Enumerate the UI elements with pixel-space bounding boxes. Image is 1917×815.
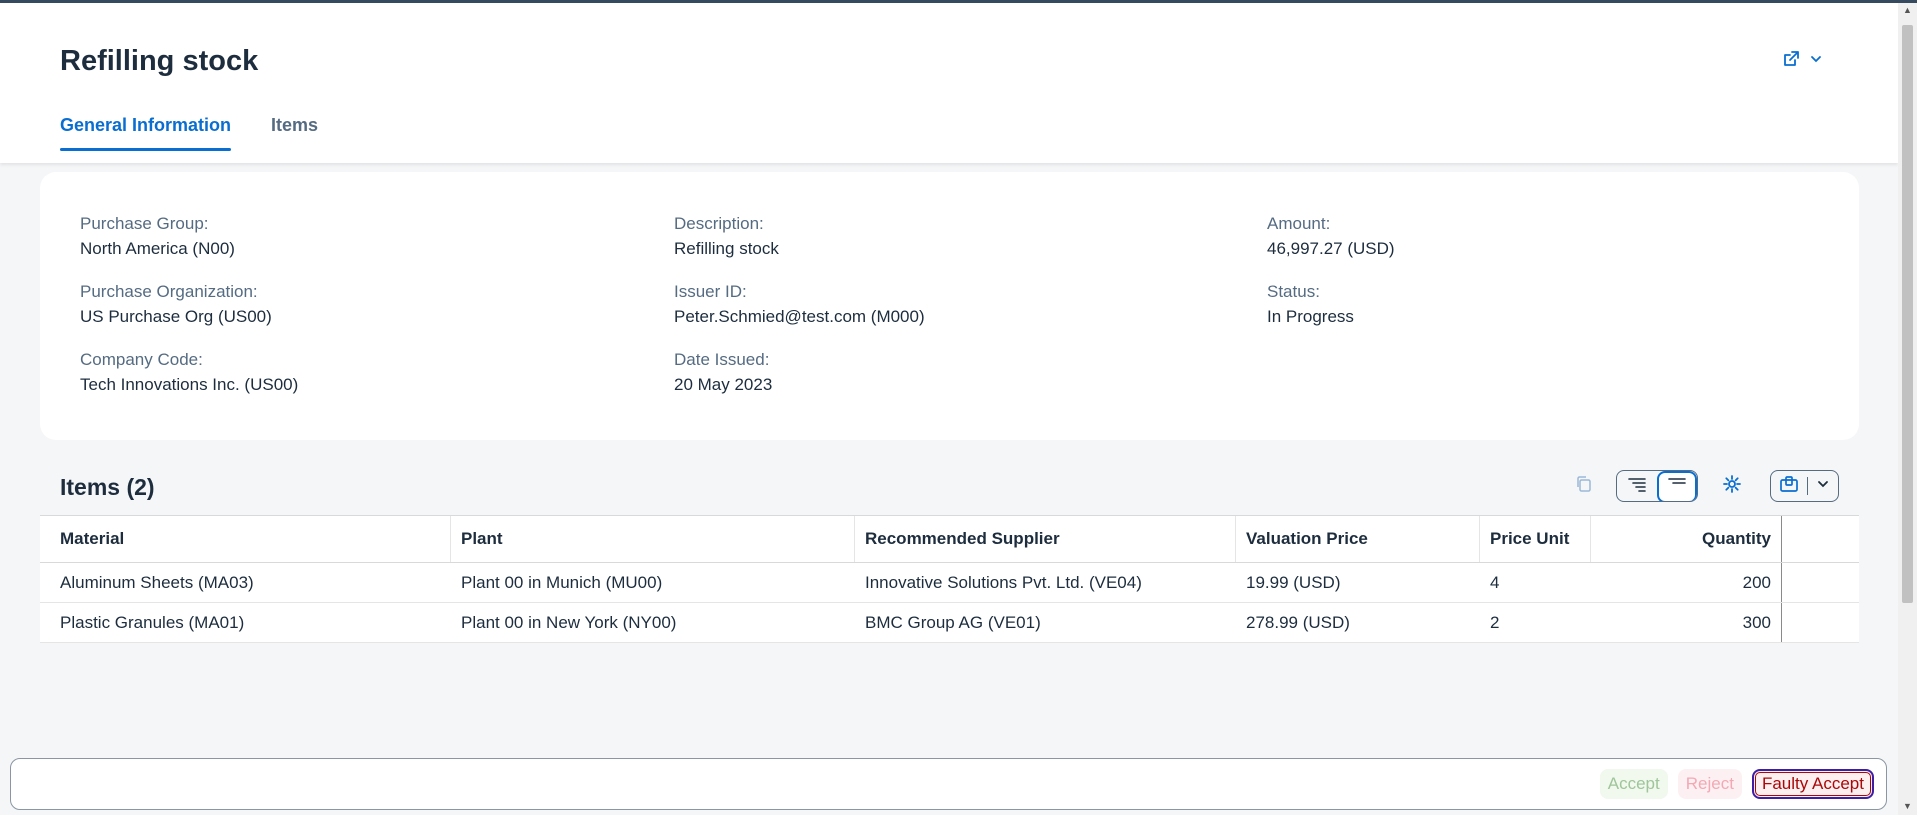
footer-toolbar: Accept Reject Faulty Accept <box>10 758 1887 810</box>
items-table-toolbar <box>1570 470 1839 502</box>
table-settings-button[interactable] <box>1712 470 1752 502</box>
column-header-valuation-price[interactable]: Valuation Price <box>1236 516 1480 562</box>
general-information-card: Purchase Group: North America (N00) Purc… <box>40 172 1859 440</box>
items-table: Material Plant Recommended Supplier Valu… <box>40 515 1859 643</box>
field-description: Description: Refilling stock <box>674 212 925 262</box>
table-row[interactable]: Plastic Granules (MA01) Plant 00 in New … <box>40 603 1859 643</box>
page-title: Refilling stock <box>60 45 259 77</box>
info-column-2: Description: Refilling stock Issuer ID: … <box>674 212 925 416</box>
copy-button[interactable] <box>1570 470 1598 502</box>
cell-material: Aluminum Sheets (MA03) <box>60 572 254 592</box>
field-label: Description: <box>674 214 764 233</box>
field-issuer-id: Issuer ID: Peter.Schmied@test.com (M000) <box>674 280 925 330</box>
faulty-accept-button[interactable]: Faulty Accept <box>1751 769 1874 799</box>
field-value: North America (N00) <box>80 239 235 258</box>
field-value: Tech Innovations Inc. (US00) <box>80 375 299 394</box>
separator <box>1807 477 1808 495</box>
column-header-recommended-supplier[interactable]: Recommended Supplier <box>855 516 1236 562</box>
field-label: Date Issued: <box>674 350 770 369</box>
field-label: Purchase Organization: <box>80 282 258 301</box>
table-row[interactable]: Aluminum Sheets (MA03) Plant 00 in Munic… <box>40 563 1859 603</box>
sort-ascending-icon <box>1627 477 1647 498</box>
column-header-material[interactable]: Material <box>40 516 451 562</box>
tab-items[interactable]: Items <box>271 115 318 150</box>
sort-ascending-button[interactable] <box>1617 471 1657 501</box>
cell-price-unit: 4 <box>1490 572 1500 592</box>
sort-segmented-button <box>1616 470 1698 502</box>
chevron-down-icon <box>1816 477 1830 496</box>
cell-quantity: 200 <box>1591 563 1782 602</box>
field-amount: Amount: 46,997.27 (USD) <box>1267 212 1395 262</box>
column-header-plant[interactable]: Plant <box>451 516 855 562</box>
field-purchase-group: Purchase Group: North America (N00) <box>80 212 298 262</box>
footer-actions: Accept Reject Faulty Accept <box>1599 769 1874 799</box>
field-label: Company Code: <box>80 350 203 369</box>
export-menu-button[interactable] <box>1770 470 1839 502</box>
field-value: Refilling stock <box>674 239 779 258</box>
settings-icon <box>1722 474 1742 499</box>
scroll-up-arrow-icon[interactable]: ▲ <box>1902 5 1913 15</box>
field-status: Status: In Progress <box>1267 280 1395 330</box>
field-value: 20 May 2023 <box>674 375 773 394</box>
scroll-down-arrow-icon[interactable]: ▼ <box>1902 801 1913 811</box>
object-page-header: Refilling stock General Information Item… <box>0 3 1898 163</box>
items-table-title: Items (2) <box>60 474 155 500</box>
accept-button[interactable]: Accept <box>1599 769 1668 799</box>
cell-recommended-supplier: BMC Group AG (VE01) <box>865 612 1041 632</box>
field-value: Peter.Schmied@test.com (M000) <box>674 307 925 326</box>
cell-material: Plastic Granules (MA01) <box>60 612 245 632</box>
field-value: In Progress <box>1267 307 1354 326</box>
cell-quantity: 300 <box>1591 603 1782 642</box>
cell-price-unit: 2 <box>1490 612 1500 632</box>
column-header-price-unit[interactable]: Price Unit <box>1480 516 1591 562</box>
chevron-down-icon <box>1809 52 1823 71</box>
info-column-1: Purchase Group: North America (N00) Purc… <box>80 212 298 416</box>
tab-general-information[interactable]: General Information <box>60 115 232 151</box>
field-label: Issuer ID: <box>674 282 747 301</box>
field-label: Status: <box>1267 282 1320 301</box>
field-purchase-organization: Purchase Organization: US Purchase Org (… <box>80 280 298 330</box>
field-value: US Purchase Org (US00) <box>80 307 272 326</box>
tab-bar: General Information Items <box>60 115 318 151</box>
cell-plant: Plant 00 in Munich (MU00) <box>461 572 663 592</box>
reject-button[interactable]: Reject <box>1677 769 1742 799</box>
share-menu-button[interactable] <box>1772 45 1832 77</box>
scrollbar-thumb[interactable] <box>1902 25 1913 603</box>
copy-icon <box>1575 475 1593 498</box>
sort-descending-button[interactable] <box>1657 471 1697 501</box>
cell-valuation-price: 19.99 (USD) <box>1246 572 1341 592</box>
cell-plant: Plant 00 in New York (NY00) <box>461 612 677 632</box>
table-header-row: Material Plant Recommended Supplier Valu… <box>40 516 1859 563</box>
field-company-code: Company Code: Tech Innovations Inc. (US0… <box>80 348 298 398</box>
field-date-issued: Date Issued: 20 May 2023 <box>674 348 925 398</box>
export-icon <box>1779 475 1799 498</box>
cell-recommended-supplier: Innovative Solutions Pvt. Ltd. (VE04) <box>865 572 1142 592</box>
field-label: Amount: <box>1267 214 1331 233</box>
info-column-3: Amount: 46,997.27 (USD) Status: In Progr… <box>1267 212 1395 348</box>
cell-valuation-price: 278.99 (USD) <box>1246 612 1350 632</box>
field-value: 46,997.27 (USD) <box>1267 239 1395 258</box>
sort-descending-icon <box>1667 477 1687 498</box>
vertical-scrollbar[interactable]: ▲ ▼ <box>1898 3 1917 815</box>
share-icon <box>1781 49 1801 74</box>
column-header-quantity[interactable]: Quantity <box>1591 516 1782 562</box>
field-label: Purchase Group: <box>80 214 209 233</box>
